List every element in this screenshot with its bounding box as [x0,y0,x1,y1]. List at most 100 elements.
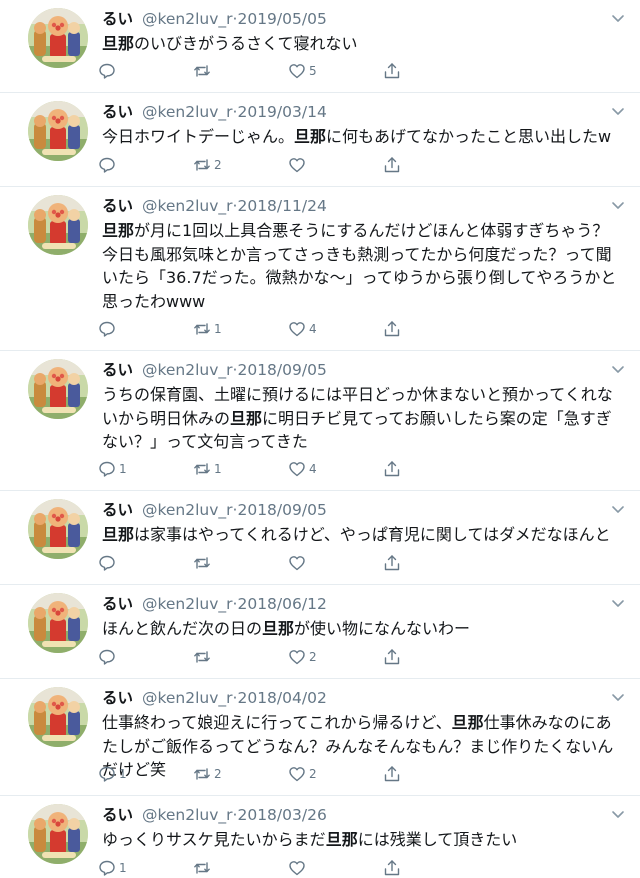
avatar[interactable] [28,804,88,864]
user-handle[interactable]: @ken2luv_r [142,689,233,707]
display-name[interactable]: るい [102,501,133,519]
retweet-button[interactable]: 2 [193,155,222,175]
retweet-button[interactable]: 1 [193,319,222,339]
chevron-down-icon [612,506,624,513]
display-name[interactable]: るい [102,361,133,379]
tweet-menu-button[interactable] [610,689,626,705]
user-handle[interactable]: @ken2luv_r [142,501,233,519]
like-button[interactable]: 4 [288,459,317,479]
share-button[interactable] [383,319,401,339]
tweet-text-segment: に何もあげてなかったこと思い出したw [326,127,612,146]
avatar[interactable] [28,359,88,419]
reply-button[interactable]: 1 [98,459,127,479]
share-button[interactable] [383,61,401,81]
heart-icon [289,322,305,337]
tweet[interactable]: るい @ken2luv_r·2019/05/05 旦那のいびきがうるさくて寝れな… [0,0,640,93]
like-button[interactable]: 2 [288,764,317,784]
reply-button[interactable]: 1 [98,858,127,878]
tweet-header: るい @ken2luv_r·2019/05/05 [102,8,327,30]
display-name[interactable]: るい [102,197,133,215]
tweet[interactable]: るい @ken2luv_r·2018/11/24 旦那が月に1回以上具合悪そうに… [0,187,640,351]
retweet-button[interactable] [193,553,214,573]
chevron-down-icon [612,694,624,701]
avatar[interactable] [28,593,88,653]
like-count: 4 [309,322,317,336]
reply-button[interactable] [98,155,119,175]
retweet-button[interactable]: 2 [193,764,222,784]
share-icon [384,321,400,337]
like-button[interactable] [288,155,309,175]
reply-button[interactable] [98,319,119,339]
avatar-image [28,687,88,747]
retweet-button[interactable] [193,647,214,667]
share-button[interactable] [383,647,401,667]
tweet-date[interactable]: 2018/11/24 [237,197,326,215]
tweet[interactable]: るい @ken2luv_r·2018/09/05 うちの保育園、土曜に預けるには… [0,351,640,491]
tweet-menu-button[interactable] [610,806,626,822]
tweet-menu-button[interactable] [610,361,626,377]
like-count: 5 [309,64,317,78]
display-name[interactable]: るい [102,689,133,707]
tweet-date[interactable]: 2018/03/26 [237,806,326,824]
retweet-button[interactable] [193,61,214,81]
share-button[interactable] [383,553,401,573]
avatar-image [28,195,88,255]
tweet[interactable]: るい @ken2luv_r·2018/09/05 旦那は家事はやってくれるけど、… [0,491,640,585]
tweet-header: るい @ken2luv_r·2018/03/26 [102,804,327,826]
share-button[interactable] [383,155,401,175]
reply-button[interactable] [98,553,119,573]
tweet[interactable]: るい @ken2luv_r·2018/06/12 ほんと飲んだ次の日の旦那が使い… [0,585,640,679]
share-button[interactable] [383,858,401,878]
reply-icon [99,555,115,571]
retweet-button[interactable]: 1 [193,459,222,479]
user-handle[interactable]: @ken2luv_r [142,197,233,215]
tweet[interactable]: るい @ken2luv_r·2018/03/26 ゆっくりサスケ見たいからまだ旦… [0,796,640,876]
like-button[interactable] [288,858,309,878]
chevron-down-icon [612,15,624,22]
tweet-actions: 2 [98,155,418,175]
user-handle[interactable]: @ken2luv_r [142,361,233,379]
display-name[interactable]: るい [102,103,133,121]
tweet[interactable]: るい @ken2luv_r·2019/03/14 今日ホワイトデーじゃん。旦那に… [0,93,640,187]
tweet-date[interactable]: 2018/04/02 [237,689,326,707]
retweet-button[interactable] [193,858,214,878]
avatar[interactable] [28,687,88,747]
tweet-menu-button[interactable] [610,595,626,611]
tweet-menu-button[interactable] [610,10,626,26]
chevron-down-icon [612,108,624,115]
tweet-menu-button[interactable] [610,197,626,213]
user-handle[interactable]: @ken2luv_r [142,10,233,28]
like-button[interactable]: 5 [288,61,317,81]
tweet-date[interactable]: 2018/06/12 [237,595,326,613]
tweet-date[interactable]: 2018/09/05 [237,501,326,519]
avatar[interactable] [28,8,88,68]
tweet-date[interactable]: 2018/09/05 [237,361,326,379]
reply-button[interactable]: 1 [98,764,127,784]
tweet[interactable]: るい @ken2luv_r·2018/04/02 仕事終わって娘迎えに行ってこれ… [0,679,640,796]
user-handle[interactable]: @ken2luv_r [142,103,233,121]
share-button[interactable] [383,459,401,479]
like-button[interactable]: 2 [288,647,317,667]
tweet-date[interactable]: 2019/05/05 [237,10,326,28]
retweet-icon [194,463,210,475]
user-handle[interactable]: @ken2luv_r [142,806,233,824]
tweet-menu-button[interactable] [610,501,626,517]
avatar[interactable] [28,499,88,559]
avatar[interactable] [28,101,88,161]
display-name[interactable]: るい [102,595,133,613]
tweet-date[interactable]: 2019/03/14 [237,103,326,121]
reply-button[interactable] [98,61,119,81]
display-name[interactable]: るい [102,806,133,824]
reply-button[interactable] [98,647,119,667]
user-handle[interactable]: @ken2luv_r [142,595,233,613]
display-name[interactable]: るい [102,10,133,28]
avatar[interactable] [28,195,88,255]
reply-icon [99,860,115,876]
share-icon [384,461,400,477]
reply-icon [99,157,115,173]
tweet-actions: 1 [98,858,418,878]
like-button[interactable] [288,553,309,573]
tweet-menu-button[interactable] [610,103,626,119]
share-button[interactable] [383,764,401,784]
like-button[interactable]: 4 [288,319,317,339]
